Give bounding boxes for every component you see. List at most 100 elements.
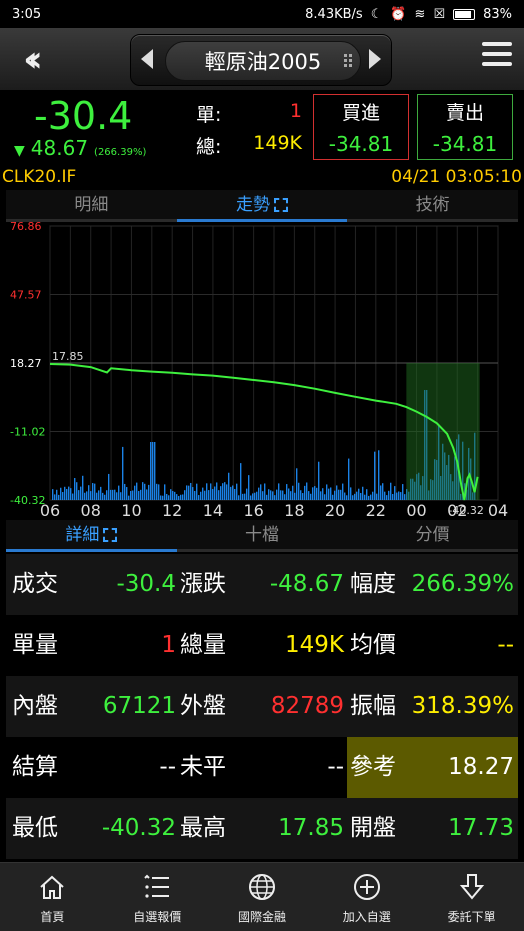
volume-bar: [164, 484, 166, 500]
x-tick-label: 08: [81, 501, 101, 518]
nav-add-watchlist[interactable]: 加入自選: [314, 863, 419, 931]
grip-icon[interactable]: [343, 53, 357, 69]
volume-bar: [146, 489, 148, 500]
hamburger-icon: [482, 42, 512, 46]
tab-detail-info-label: 詳細: [65, 525, 100, 545]
detail-label: 參考: [350, 754, 396, 780]
volume-bar: [276, 489, 278, 500]
sell-button[interactable]: 賣出 -34.81: [417, 94, 513, 160]
volume-bar: [110, 489, 112, 500]
detail-value: -48.67: [269, 571, 344, 597]
volume-bar: [86, 491, 88, 500]
volume-bar: [90, 491, 92, 500]
volume-bar: [352, 495, 354, 500]
volume-bar: [320, 491, 322, 500]
volume-bar: [98, 490, 100, 500]
volume-bar: [270, 490, 272, 500]
volume-bar: [60, 487, 62, 500]
tab-technical[interactable]: 技術: [347, 190, 519, 222]
next-instrument-icon[interactable]: [369, 49, 381, 69]
volume-bar: [100, 486, 102, 500]
back-button[interactable]: ‹‹: [6, 36, 50, 82]
detail-tabs: 詳細 十檔 分價: [6, 520, 519, 552]
detail-value: 18.27: [448, 754, 514, 780]
tab-ten-levels-label: 十檔: [245, 525, 279, 545]
volume-bar: [76, 482, 78, 500]
menu-button[interactable]: [482, 42, 512, 70]
volume-bar: [348, 458, 350, 500]
volume-bar: [264, 483, 266, 500]
volume-bar: [266, 494, 268, 500]
volume-bar: [272, 491, 274, 500]
wifi-icon: ≋: [414, 6, 426, 22]
status-right: 8.43KB/s ☾ ⏰ ≋ ☒ 83%: [305, 7, 512, 22]
y-tick-label: 47.57: [10, 288, 42, 301]
volume-bar: [322, 488, 324, 500]
nav-add-watchlist-label: 加入自選: [342, 909, 391, 924]
nav-global-finance[interactable]: 國際金融: [210, 863, 315, 931]
volume-bar: [286, 484, 288, 500]
detail-value: --: [327, 754, 344, 780]
volume-bar: [118, 485, 120, 500]
volume-bar: [94, 483, 96, 500]
detail-label: 開盤: [350, 815, 396, 841]
tab-price-distribution[interactable]: 分價: [347, 520, 519, 552]
volume-bar: [246, 488, 248, 500]
volume-bar: [96, 492, 98, 500]
volume-bar: [256, 491, 258, 500]
nav-home[interactable]: 首頁: [0, 863, 105, 931]
x-tick-label: 20: [325, 501, 345, 518]
volume-bar: [152, 442, 154, 500]
tab-trend[interactable]: 走勢: [176, 190, 348, 222]
volume-bar: [294, 492, 296, 500]
detail-label: 最高: [180, 815, 226, 841]
view-tabs: 明細 走勢 技術: [6, 190, 519, 222]
detail-row: 最低 -40.32 最高 17.85 開盤 17.73: [6, 798, 518, 859]
volume-bar: [166, 493, 168, 500]
volume-bar: [310, 493, 312, 500]
volume-bar: [130, 490, 132, 500]
volume-bar: [298, 482, 300, 500]
volume-bar: [296, 468, 298, 500]
volume-bar: [208, 490, 210, 500]
volume-bar: [226, 484, 228, 500]
instrument-title[interactable]: 輕原油2005: [165, 41, 361, 81]
volume-bar: [398, 491, 400, 500]
tab-ten-levels[interactable]: 十檔: [176, 520, 348, 552]
intraday-chart[interactable]: 76.86 47.57 18.27 -11.02 -40.32 06 08 10 12 14 16 1…: [6, 220, 518, 520]
previous-instrument-icon[interactable]: [141, 49, 153, 69]
volume-bar: [216, 482, 218, 500]
detail-value: 1: [161, 632, 176, 658]
nav-place-order[interactable]: 委託下單: [419, 863, 524, 931]
tab-detail-info[interactable]: 詳細: [6, 520, 177, 552]
volume-bar: [402, 484, 404, 500]
volume-bar: [206, 483, 208, 500]
nav-place-order-label: 委託下單: [447, 909, 496, 924]
detail-value: 17.85: [278, 815, 344, 841]
detail-row: 單量 1 總量 149K 均價 --: [6, 615, 518, 676]
expand-icon[interactable]: [274, 198, 288, 212]
detail-label: 幅度: [350, 571, 396, 597]
y-tick-label: -11.02: [10, 425, 45, 438]
tab-details[interactable]: 明細: [6, 190, 177, 222]
nav-watchlist[interactable]: 自選報價: [105, 863, 210, 931]
buy-button[interactable]: 買進 -34.81: [313, 94, 409, 160]
volume-bar: [132, 490, 134, 500]
expand-detail-icon[interactable]: [103, 528, 118, 542]
volume-bar: [232, 485, 234, 500]
volume-bar: [192, 487, 194, 500]
volume-bar: [194, 490, 196, 500]
volume-bar: [314, 486, 316, 500]
volume-bar: [368, 495, 370, 500]
detail-label: 內盤: [12, 693, 58, 719]
volume-bar: [300, 490, 302, 500]
volume-bar: [360, 492, 362, 500]
volume-bar: [274, 495, 276, 500]
tab-details-label: 明細: [74, 195, 109, 215]
volume-bar: [366, 489, 368, 500]
detail-value: 149K: [285, 632, 344, 658]
volume-bar: [70, 488, 72, 500]
volume-bar: [136, 482, 138, 500]
volume-bar: [334, 490, 336, 500]
volume-bar: [358, 488, 360, 500]
